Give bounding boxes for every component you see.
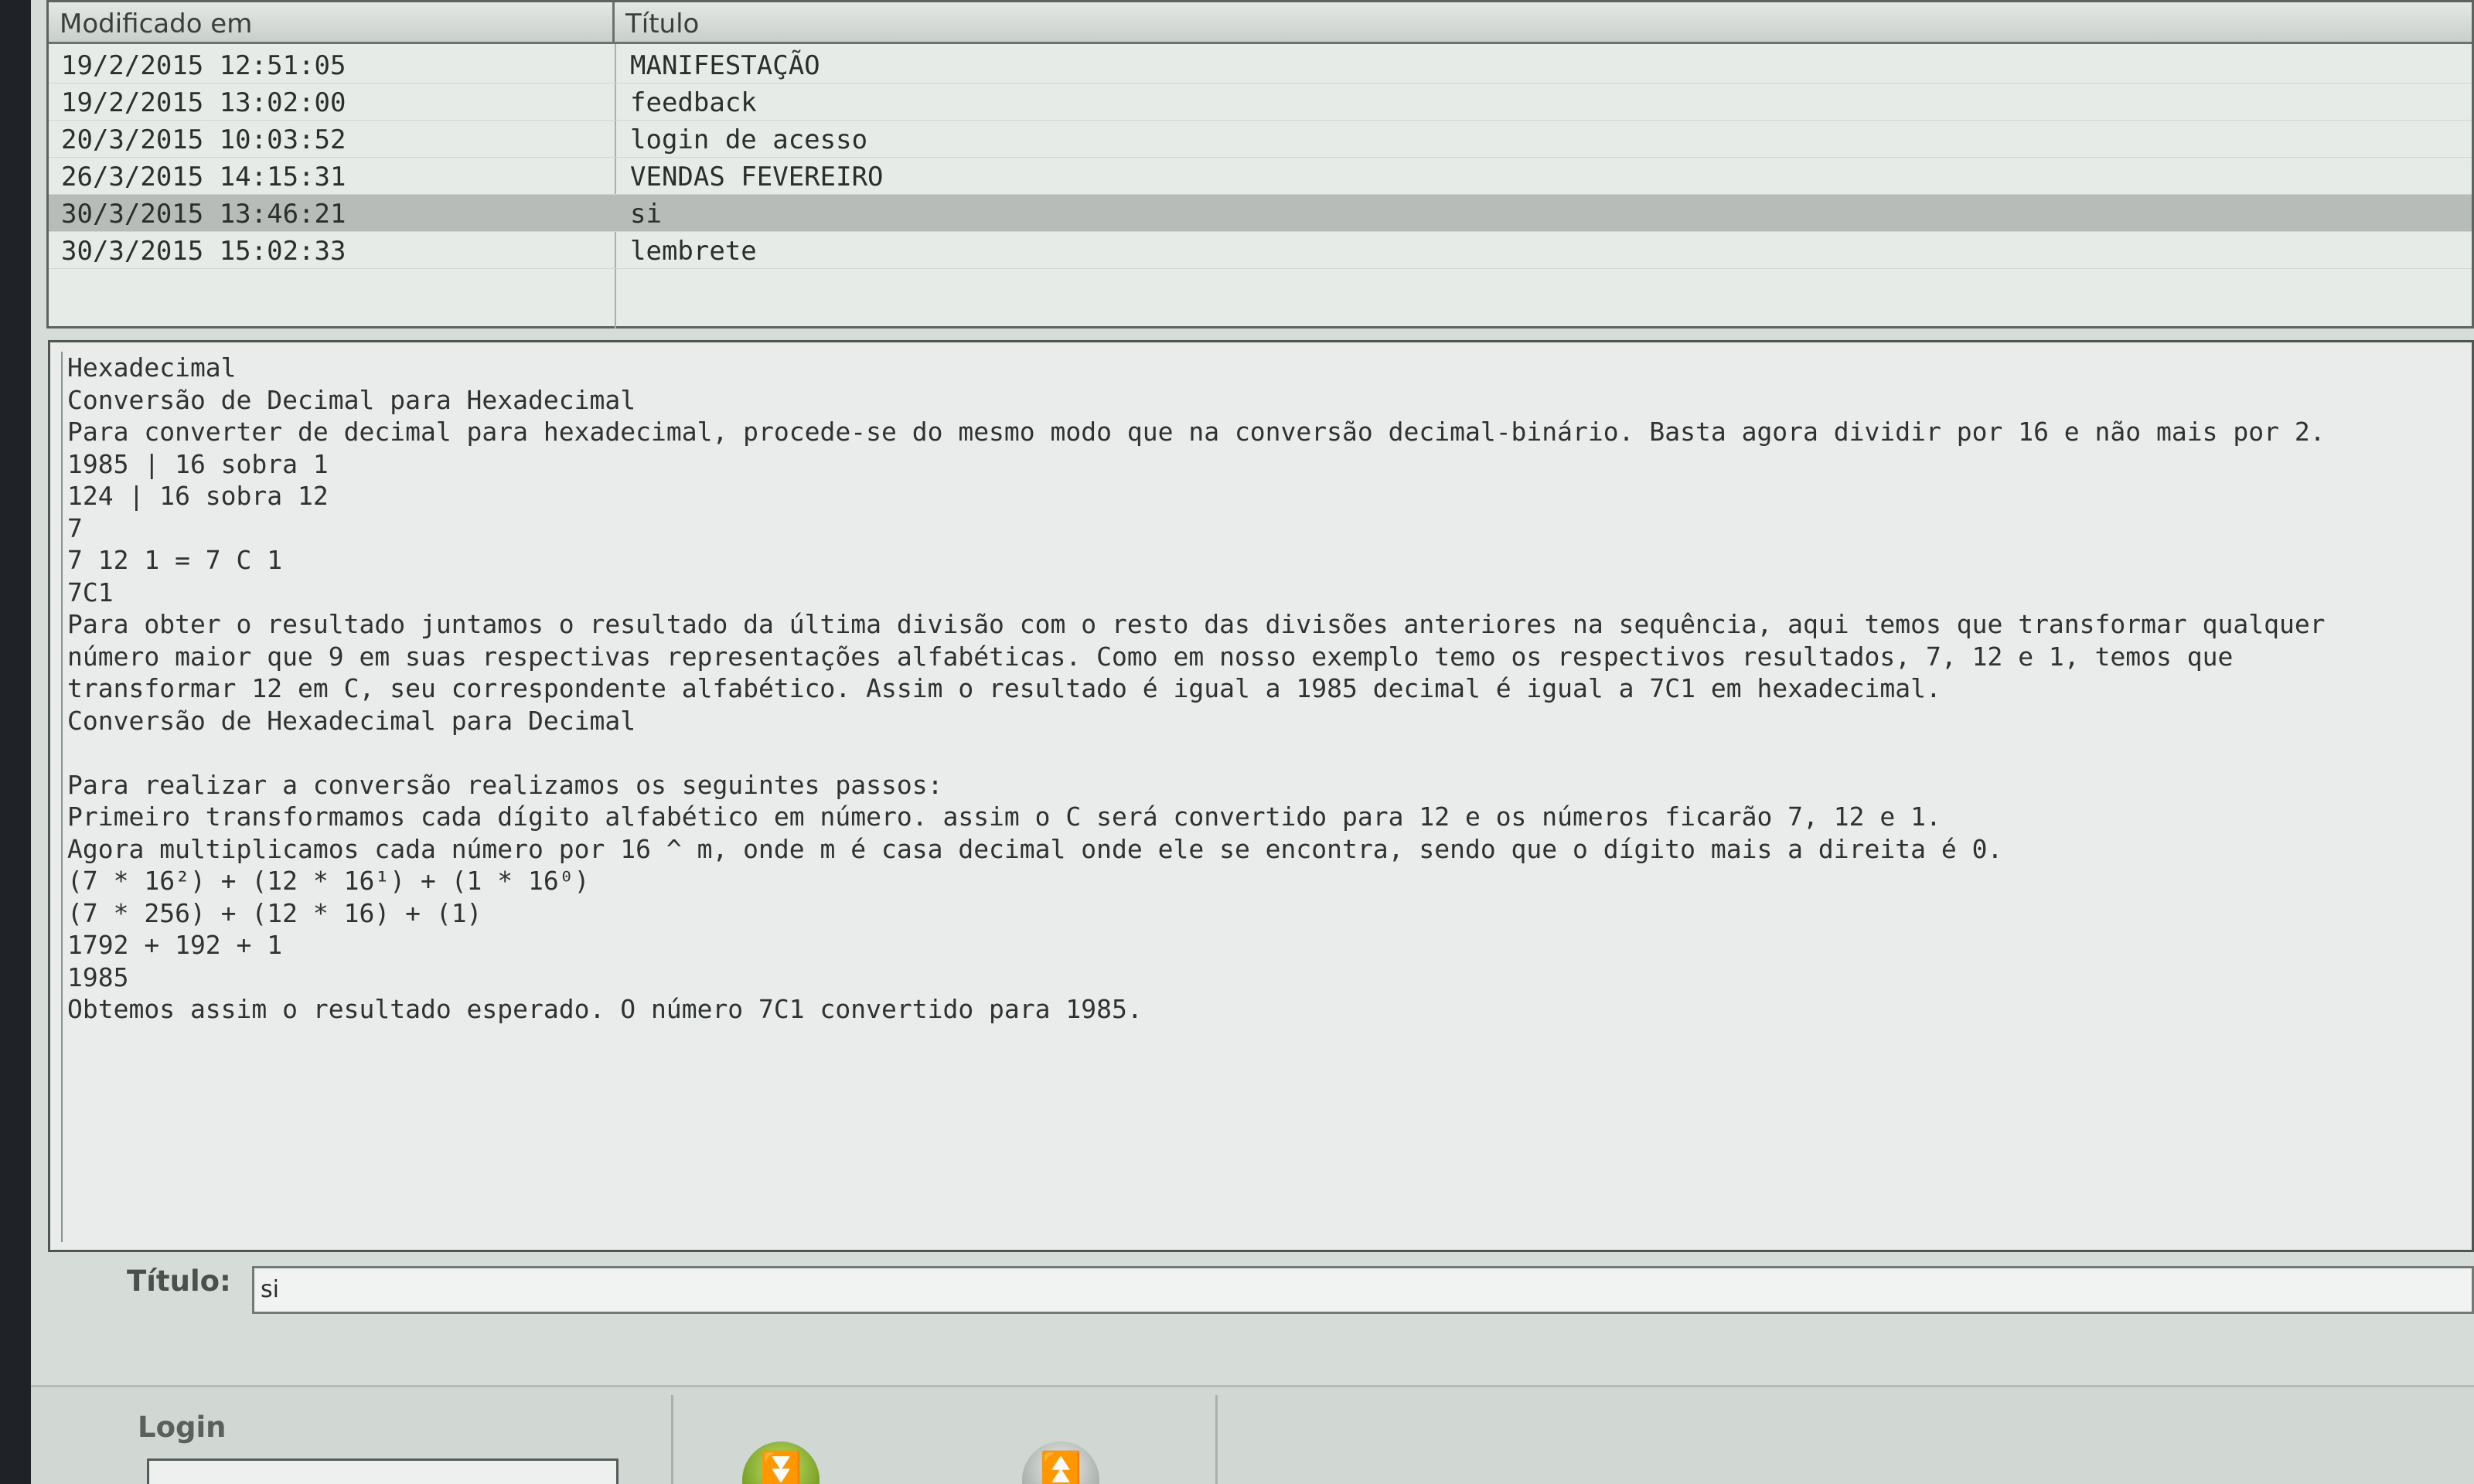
table-body: 19/2/2015 12:51:05 MANIFESTAÇÃO 19/2/201… [49, 46, 2472, 269]
note-line: Conversão de Hexadecimal para Decimal [67, 705, 636, 736]
row-title: MANIFESTAÇÃO [630, 50, 820, 81]
note-line: Obtemos assim o resultado esperado. O nú… [67, 994, 1143, 1024]
note-line: Primeiro transformamos cada dígito alfab… [67, 802, 1941, 832]
table-row[interactable]: 19/2/2015 13:02:00 feedback [49, 83, 2472, 121]
note-line: (7 * 256) + (12 * 16) + (1) [67, 897, 482, 928]
row-title: login de acesso [630, 124, 868, 155]
note-line: número maior que 9 em suas respectivas r… [67, 641, 2234, 672]
note-line: Hexadecimal [67, 352, 237, 383]
note-line [67, 737, 2464, 769]
toolbar-divider [1215, 1395, 1218, 1484]
login-input[interactable] [147, 1458, 618, 1484]
note-content-panel: Hexadecimal Conversão de Decimal para Hex… [48, 340, 2474, 1252]
title-input[interactable]: si [252, 1266, 2474, 1314]
row-title: lembrete [630, 236, 757, 267]
note-line: Para converter de decimal para hexadecim… [67, 417, 2326, 447]
row-date: 26/3/2015 14:15:31 [61, 162, 346, 192]
note-line: Conversão de Decimal para Hexadecimal [67, 384, 636, 415]
row-title: VENDAS FEVEREIRO [630, 162, 884, 192]
chevron-down-icon: ⏬ [759, 1450, 803, 1484]
note-line: 1792 + 192 + 1 [67, 930, 283, 960]
login-label: Login [138, 1411, 227, 1444]
toolbar-divider [671, 1395, 673, 1484]
row-date: 20/3/2015 10:03:52 [61, 124, 346, 155]
bottom-toolbar: Login ⏬ ⏫ [31, 1385, 2474, 1484]
table-row[interactable]: 30/3/2015 15:02:33 lembrete [49, 232, 2472, 269]
confirm-button[interactable]: ⏬ [742, 1441, 820, 1484]
note-line: transformar 12 em C, seu correspondente … [67, 673, 1941, 703]
note-line: Agora multiplicamos cada número por 16 ^… [67, 833, 2003, 864]
app-screen: Modificado em Título 19/2/2015 12:51:05 … [31, 0, 2474, 1484]
table-row[interactable]: 26/3/2015 14:15:31 VENDAS FEVEREIRO [49, 158, 2472, 195]
notes-table: Modificado em Título 19/2/2015 12:51:05 … [46, 0, 2474, 328]
move-up-button[interactable]: ⏫ [1022, 1441, 1099, 1484]
row-date: 19/2/2015 12:51:05 [61, 50, 346, 81]
note-line: Para obter o resultado juntamos o result… [67, 609, 2326, 639]
note-line: (7 * 16²) + (12 * 16¹) + (1 * 16⁰) [67, 866, 590, 896]
note-line: 124 | 16 sobra 12 [67, 481, 329, 511]
table-header: Modificado em Título [49, 2, 2472, 44]
row-title: si [630, 199, 662, 230]
row-title: feedback [630, 87, 757, 118]
row-date: 30/3/2015 13:46:21 [61, 199, 346, 230]
note-line: 7C1 [67, 577, 114, 608]
row-date: 19/2/2015 13:02:00 [61, 87, 346, 118]
table-row[interactable]: 20/3/2015 10:03:52 login de acesso [49, 121, 2472, 158]
note-line: 7 [67, 512, 83, 543]
table-row[interactable]: 19/2/2015 12:51:05 MANIFESTAÇÃO [49, 46, 2472, 83]
title-label: Título: [127, 1264, 231, 1298]
note-line: Para realizar a conversão realizamos os … [67, 769, 943, 800]
chevron-up-icon: ⏫ [1039, 1450, 1082, 1484]
column-header-modified[interactable]: Modificado em [49, 2, 615, 42]
row-date: 30/3/2015 15:02:33 [61, 236, 346, 267]
note-line: 7 12 1 = 7 C 1 [67, 545, 283, 575]
note-content-editor[interactable]: Hexadecimal Conversão de Decimal para Hex… [61, 352, 2464, 1242]
table-row-selected[interactable]: 30/3/2015 13:46:21 si [49, 195, 2472, 232]
note-line: 1985 [67, 962, 129, 992]
column-header-title[interactable]: Título [615, 2, 2470, 42]
note-line: 1985 | 16 sobra 1 [67, 448, 329, 479]
